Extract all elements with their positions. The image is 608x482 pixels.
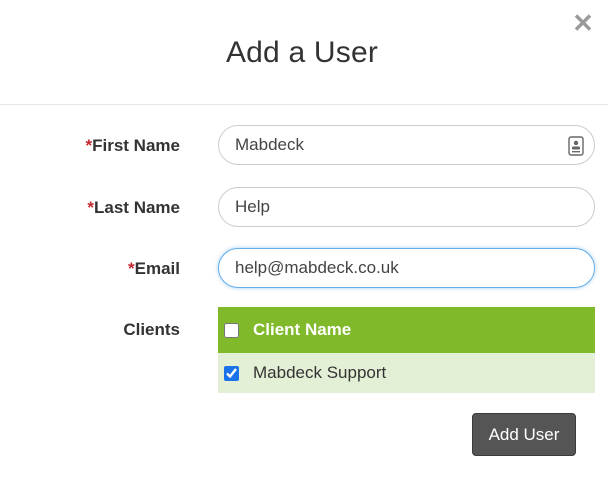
table-row[interactable]: Mabdeck Support (218, 353, 595, 393)
contact-card-icon[interactable] (568, 136, 584, 156)
close-icon[interactable]: ✕ (570, 10, 596, 36)
clients-table-header: Client Name (218, 307, 595, 353)
last-name-label: *Last Name (87, 198, 180, 217)
client-checkbox-mabdeck-support[interactable] (224, 365, 239, 381)
add-user-button[interactable]: Add User (472, 413, 576, 456)
dialog-title: Add a User (225, 36, 379, 69)
email-label: *Email (128, 259, 180, 278)
clients-table: Client Name Mabdeck Support (218, 307, 595, 393)
email-input[interactable] (218, 248, 595, 288)
client-name-header: Client Name (253, 320, 352, 339)
add-user-dialog: ✕ Add a User *First Name *Last Name *Ema… (0, 0, 608, 482)
client-name: Mabdeck Support (253, 363, 387, 382)
clients-label: Clients (123, 320, 180, 339)
select-all-checkbox[interactable] (224, 322, 239, 338)
first-name-input[interactable] (218, 125, 595, 165)
header-divider (0, 104, 608, 105)
first-name-label: *First Name (85, 136, 181, 155)
required-marker: * (128, 259, 135, 278)
last-name-input[interactable] (218, 187, 595, 227)
